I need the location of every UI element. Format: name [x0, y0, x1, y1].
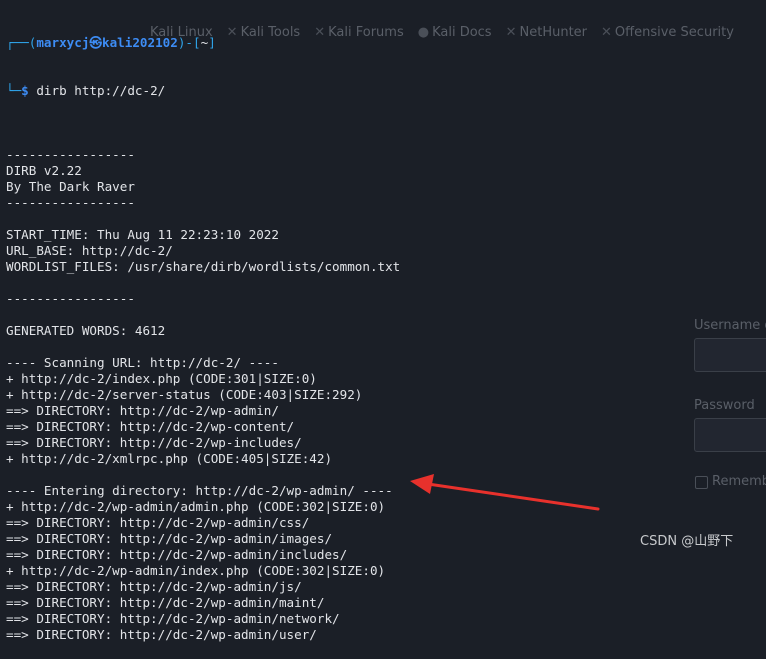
output-line: ==> DIRECTORY: http://dc-2/wp-admin/user…	[6, 627, 317, 642]
output-line: ==> DIRECTORY: http://dc-2/wp-includes/	[6, 435, 302, 450]
prompt-frame-bottom: └─	[6, 83, 22, 98]
output-line: -----------------	[6, 291, 135, 306]
output-line: -----------------	[6, 195, 135, 210]
output-line: ==> DIRECTORY: http://dc-2/wp-admin/	[6, 403, 279, 418]
output-line: + http://dc-2/index.php (CODE:301|SIZE:0…	[6, 371, 317, 386]
output-line: ==> DIRECTORY: http://dc-2/wp-content/	[6, 419, 295, 434]
output-line: ==> DIRECTORY: http://dc-2/wp-admin/main…	[6, 595, 325, 610]
output-line: WORDLIST_FILES: /usr/share/dirb/wordlist…	[6, 259, 401, 274]
csdn-watermark: CSDN @山野下	[640, 534, 734, 549]
prompt-dollar: $	[21, 83, 29, 98]
terminal-window[interactable]: ┌──(marxycj㉿kali202102)-[~] └─$ dirb htt…	[0, 0, 766, 642]
output-line: ==> DIRECTORY: http://dc-2/wp-admin/js/	[6, 579, 302, 594]
output-line: ---- Entering directory: http://dc-2/wp-…	[6, 483, 393, 498]
output-line: + http://dc-2/server-status (CODE:403|SI…	[6, 387, 363, 402]
output-line: ==> DIRECTORY: http://dc-2/wp-admin/incl…	[6, 547, 348, 562]
prompt-line-1: ┌──(marxycj㉿kali202102)-[~]	[6, 35, 766, 51]
output-line: -----------------	[6, 147, 135, 162]
terminal-output: ----------------- DIRB v2.22 By The Dark R…	[6, 131, 766, 643]
output-line: ---- Scanning URL: http://dc-2/ ----	[6, 355, 279, 370]
output-line: By The Dark Raver	[6, 179, 135, 194]
output-line: GENERATED WORDS: 4612	[6, 323, 166, 338]
prompt-frame-top: ┌──(	[6, 35, 37, 50]
prompt-line-2: └─$ dirb http://dc-2/	[6, 83, 766, 99]
output-line: START_TIME: Thu Aug 11 22:23:10 2022	[6, 227, 279, 242]
command-text: dirb http://dc-2/	[28, 83, 166, 98]
output-line: + http://dc-2/xmlrpc.php (CODE:405|SIZE:…	[6, 451, 333, 466]
output-line: URL_BASE: http://dc-2/	[6, 243, 173, 258]
prompt-frame-mid: )-[	[177, 35, 201, 50]
output-line: ==> DIRECTORY: http://dc-2/wp-admin/css/	[6, 515, 310, 530]
output-line: + http://dc-2/wp-admin/admin.php (CODE:3…	[6, 499, 386, 514]
output-line: DIRB v2.22	[6, 163, 82, 178]
prompt-frame-end: ]	[208, 35, 216, 50]
prompt-user-host: marxycj㉿kali202102	[36, 35, 178, 50]
output-line: ==> DIRECTORY: http://dc-2/wp-admin/netw…	[6, 611, 340, 626]
output-line: + http://dc-2/wp-admin/index.php (CODE:3…	[6, 563, 386, 578]
